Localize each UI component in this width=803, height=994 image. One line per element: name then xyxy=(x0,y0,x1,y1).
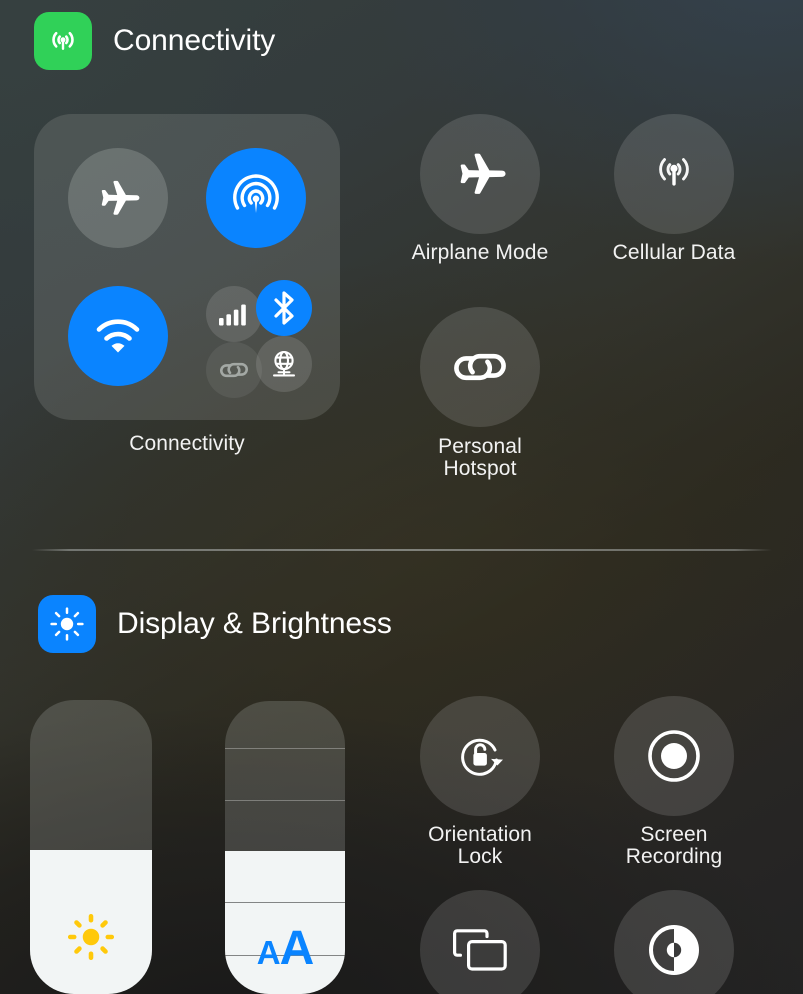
display-section-header: Display & Brightness xyxy=(38,595,392,653)
broadcast-icon xyxy=(34,12,92,70)
personal-hotspot-label-line1: Personal xyxy=(438,435,522,458)
screen-mirroring-icon xyxy=(453,929,507,971)
contrast-icon xyxy=(649,924,699,976)
connectivity-module-label: Connectivity xyxy=(129,432,245,455)
antenna-icon xyxy=(659,158,689,186)
text-size-tick-1 xyxy=(225,748,345,749)
orientation-lock-label-line2: Lock xyxy=(457,844,503,868)
bluetooth-icon xyxy=(274,291,294,325)
airplane-mode-toggle[interactable] xyxy=(68,148,168,248)
orientation-lock-tile-label: Orientation Lock xyxy=(385,824,575,868)
wifi-icon xyxy=(96,319,140,353)
bluetooth-toggle[interactable] xyxy=(256,280,312,336)
display-section-title: Display & Brightness xyxy=(117,607,392,640)
orientation-lock-tile[interactable] xyxy=(420,696,540,816)
section-divider xyxy=(32,549,772,551)
link-icon xyxy=(220,362,248,378)
brightness-slider-sun-icon xyxy=(30,908,152,966)
airplane-icon xyxy=(101,180,140,215)
text-size-slider-aa-icon: A A xyxy=(225,921,345,976)
wifi-toggle[interactable] xyxy=(68,286,168,386)
text-size-big-a: A xyxy=(279,922,315,975)
cellular-data-tile-label: Cellular Data xyxy=(612,241,736,264)
text-size-slider[interactable]: A A xyxy=(225,701,345,994)
globe-icon xyxy=(273,350,295,377)
airdrop-toggle[interactable] xyxy=(206,148,306,248)
rotation-lock-icon xyxy=(461,738,503,776)
page-title: Connectivity xyxy=(113,24,276,57)
screen-mirroring-tile[interactable] xyxy=(420,890,540,994)
signal-bars-icon xyxy=(219,304,246,326)
text-size-small-a: A xyxy=(256,934,281,971)
orientation-lock-label-line1: Orientation xyxy=(428,823,532,846)
screen-recording-label-line1: Screen xyxy=(640,823,708,846)
text-size-tick-3 xyxy=(225,902,345,903)
dark-mode-tile[interactable] xyxy=(614,890,734,994)
record-icon xyxy=(648,730,700,782)
connectivity-section-header: Connectivity xyxy=(34,12,275,70)
sun-icon xyxy=(38,595,96,653)
airplane-mode-tile-label: Airplane Mode xyxy=(411,241,549,264)
airdrop-icon xyxy=(233,174,279,213)
personal-hotspot-tile[interactable] xyxy=(420,307,540,427)
screen-recording-label-line2: Recording xyxy=(625,844,723,868)
cellular-data-tile[interactable] xyxy=(614,114,734,234)
text-size-tick-2 xyxy=(225,800,345,801)
personal-hotspot-toggle[interactable] xyxy=(206,342,262,398)
screen-recording-tile-label: Screen Recording xyxy=(584,824,764,868)
link-icon xyxy=(454,353,506,381)
personal-hotspot-label-line2: Hotspot xyxy=(443,456,517,480)
screen-recording-tile[interactable] xyxy=(614,696,734,816)
brightness-slider[interactable] xyxy=(30,700,152,994)
cellular-toggle[interactable] xyxy=(206,286,262,342)
airplane-mode-tile[interactable] xyxy=(420,114,540,234)
vpn-toggle[interactable] xyxy=(256,336,312,392)
airplane-icon xyxy=(460,153,506,194)
personal-hotspot-tile-label: Personal Hotspot xyxy=(390,436,570,480)
connectivity-module[interactable] xyxy=(34,114,340,420)
